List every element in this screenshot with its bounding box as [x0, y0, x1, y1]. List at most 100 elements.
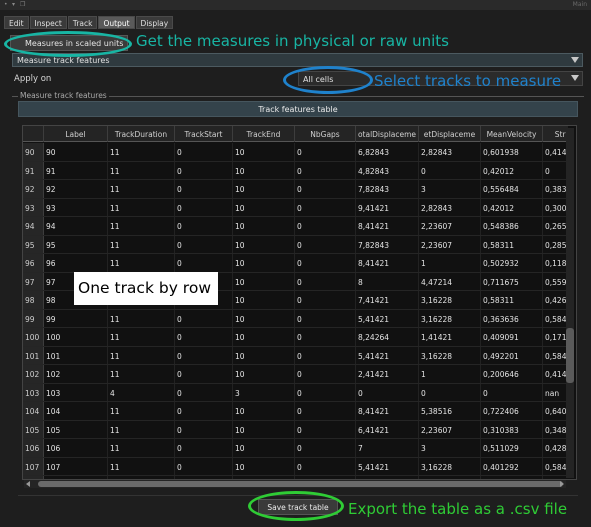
table-cell[interactable]: 7,41421: [356, 291, 419, 309]
table-cell[interactable]: 0: [295, 346, 356, 364]
table-cell[interactable]: 10: [233, 365, 295, 383]
table-cell[interactable]: 10: [233, 309, 295, 327]
table-cell[interactable]: 11: [108, 235, 175, 253]
table-cell[interactable]: 10: [233, 346, 295, 364]
table-cell[interactable]: 0: [175, 402, 233, 420]
table-cell[interactable]: 7,82843: [356, 235, 419, 253]
row-number[interactable]: 90: [23, 143, 44, 161]
table-cell[interactable]: 11: [108, 402, 175, 420]
row-number[interactable]: 103: [23, 383, 44, 401]
table-cell[interactable]: 5,41421: [356, 346, 419, 364]
table-cell[interactable]: 5,38516: [419, 402, 481, 420]
maximize-icon[interactable]: ❐: [20, 1, 25, 8]
table-cell[interactable]: 0: [295, 328, 356, 346]
table-cell[interactable]: 10: [233, 198, 295, 216]
table-cell[interactable]: 0: [175, 254, 233, 272]
table-cell[interactable]: 0: [175, 420, 233, 438]
table-cell[interactable]: 0: [175, 365, 233, 383]
table-cell[interactable]: 0: [175, 346, 233, 364]
table-cell[interactable]: 9,41421: [356, 198, 419, 216]
row-number[interactable]: 100: [23, 328, 44, 346]
table-cell[interactable]: 8,41421: [356, 254, 419, 272]
table-cell[interactable]: 0: [175, 309, 233, 327]
table-cell[interactable]: 4: [108, 383, 175, 401]
table-cell[interactable]: 91: [44, 161, 108, 179]
table-row[interactable]: 104 104 11 0 10 0 8,41421 5,38516 0,722406 0,640: [23, 402, 568, 421]
table-cell[interactable]: 10: [233, 439, 295, 457]
row-number[interactable]: 101: [23, 346, 44, 364]
table-cell[interactable]: 0: [295, 365, 356, 383]
horizontal-scrollbar[interactable]: [24, 480, 566, 488]
table-cell[interactable]: 0,511029: [481, 439, 543, 457]
table-cell[interactable]: 8,41421: [356, 402, 419, 420]
table-cell[interactable]: 92: [44, 180, 108, 198]
table-cell[interactable]: 0: [419, 383, 481, 401]
table-cell[interactable]: 103: [44, 383, 108, 401]
table-cell[interactable]: 3,16228: [419, 457, 481, 475]
table-cell[interactable]: 0: [175, 180, 233, 198]
table-cell[interactable]: 5,41421: [356, 457, 419, 475]
table-row[interactable]: 90 90 11 0 10 0 6,82843 2,82843 0,601938 0,414: [23, 143, 568, 162]
table-cell[interactable]: 0: [295, 383, 356, 401]
table-cell[interactable]: 11: [108, 457, 175, 475]
table-cell[interactable]: 0,556484: [481, 180, 543, 198]
table-cell[interactable]: 2,23607: [419, 420, 481, 438]
row-number[interactable]: 91: [23, 161, 44, 179]
scaled-units-checkbox[interactable]: Measures in scaled units: [10, 35, 128, 51]
table-row[interactable]: 107 107 11 0 10 0 5,41421 3,16228 0,401292 0,584: [23, 457, 568, 476]
table-cell[interactable]: 0,58311: [481, 235, 543, 253]
table-row[interactable]: 101 101 11 0 10 0 5,41421 3,16228 0,492201 0,584: [23, 346, 568, 365]
row-number[interactable]: 106: [23, 439, 44, 457]
column-header[interactable]: etDisplaceme: [419, 126, 481, 142]
table-cell[interactable]: 104: [44, 402, 108, 420]
horizontal-scroll-thumb[interactable]: [38, 481, 563, 487]
table-cell[interactable]: 8: [356, 272, 419, 290]
table-cell[interactable]: 0: [295, 180, 356, 198]
table-row[interactable]: 94 94 11 0 10 0 8,41421 2,23607 0,548386 0,265: [23, 217, 568, 236]
table-cell[interactable]: 0: [419, 161, 481, 179]
table-cell[interactable]: 0,42012: [481, 198, 543, 216]
table-cell[interactable]: 0: [175, 143, 233, 161]
table-cell[interactable]: 0: [295, 402, 356, 420]
table-cell[interactable]: 0: [295, 457, 356, 475]
table-cell[interactable]: 3,16228: [419, 291, 481, 309]
table-cell[interactable]: 0: [295, 143, 356, 161]
tab-display[interactable]: Display: [135, 16, 174, 29]
table-cell[interactable]: 6,41421: [356, 420, 419, 438]
table-cell[interactable]: 2,41421: [356, 365, 419, 383]
table-cell[interactable]: 0: [295, 439, 356, 457]
table-cell[interactable]: 0: [481, 383, 543, 401]
measure-mode-dropdown[interactable]: Measure track features: [12, 53, 583, 67]
table-row[interactable]: 103 103 4 0 3 0 0 0 0 nan: [23, 383, 568, 402]
table-cell[interactable]: 0,42012: [481, 161, 543, 179]
table-cell[interactable]: 0,722406: [481, 402, 543, 420]
table-cell[interactable]: 11: [108, 328, 175, 346]
table-cell[interactable]: 95: [44, 235, 108, 253]
table-cell[interactable]: 10: [233, 272, 295, 290]
table-cell[interactable]: 0: [175, 198, 233, 216]
column-header[interactable]: MeanVelocity: [481, 126, 543, 142]
vertical-scrollbar[interactable]: [566, 128, 574, 478]
table-cell[interactable]: 106: [44, 439, 108, 457]
table-cell[interactable]: 0,492201: [481, 346, 543, 364]
tab-inspect[interactable]: Inspect: [29, 16, 67, 29]
table-cell[interactable]: 94: [44, 217, 108, 235]
table-cell[interactable]: 0: [175, 328, 233, 346]
table-cell[interactable]: 7,82843: [356, 180, 419, 198]
table-cell[interactable]: 11: [108, 180, 175, 198]
table-cell[interactable]: 10: [233, 254, 295, 272]
table-cell[interactable]: 0,401292: [481, 457, 543, 475]
table-cell[interactable]: 11: [108, 161, 175, 179]
tab-edit[interactable]: Edit: [4, 16, 29, 29]
row-number[interactable]: 93: [23, 198, 44, 216]
table-cell[interactable]: 7: [356, 439, 419, 457]
table-row[interactable]: 96 96 11 0 10 0 8,41421 1 0,502932 0,118: [23, 254, 568, 273]
row-number[interactable]: 104: [23, 402, 44, 420]
table-cell[interactable]: 11: [108, 365, 175, 383]
table-row[interactable]: 95 95 11 0 10 0 7,82843 2,23607 0,58311 0,285: [23, 235, 568, 254]
table-cell[interactable]: 0,711675: [481, 272, 543, 290]
table-cell[interactable]: 99: [44, 309, 108, 327]
table-cell[interactable]: 90: [44, 143, 108, 161]
table-cell[interactable]: 4,82843: [356, 161, 419, 179]
table-cell[interactable]: 0,58311: [481, 291, 543, 309]
